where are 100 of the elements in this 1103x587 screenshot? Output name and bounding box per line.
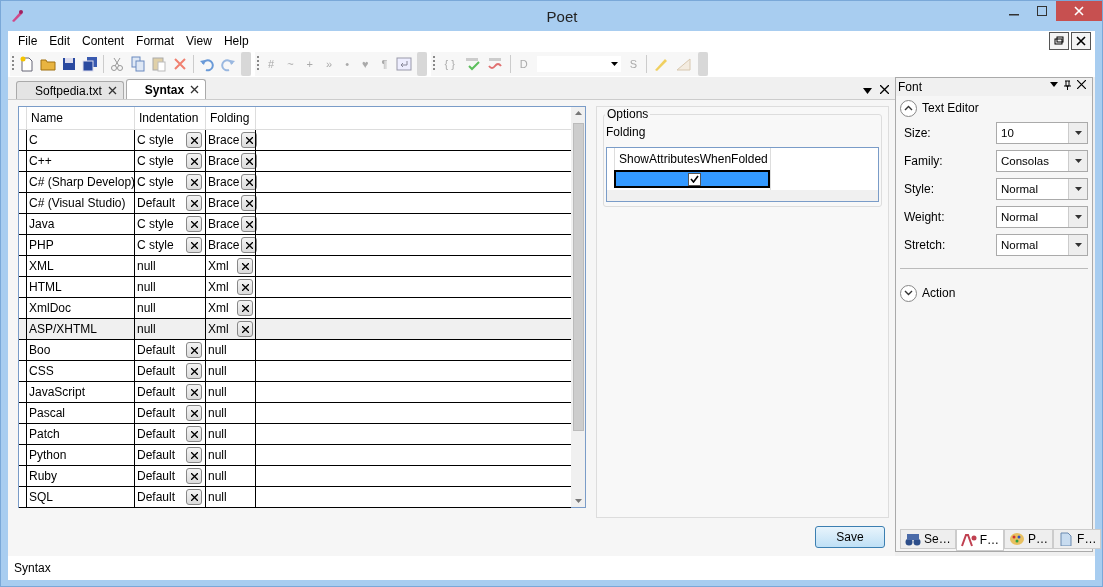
clear-button[interactable]	[186, 468, 202, 484]
table-row[interactable]: SQL Default null	[19, 487, 571, 508]
dropdown-field[interactable]: Normal	[996, 206, 1088, 228]
menu-item[interactable]: Format	[130, 34, 181, 48]
table-row[interactable]: JavaScript Default null	[19, 382, 571, 403]
clear-button[interactable]	[186, 405, 202, 421]
folder-icon[interactable]	[40, 56, 56, 72]
menu-item[interactable]: View	[180, 34, 218, 48]
close-icon	[245, 241, 253, 249]
table-row[interactable]: C# (Visual Studio) Default Brace	[19, 193, 571, 214]
table-cell: null	[137, 322, 156, 336]
close-icon	[190, 136, 198, 144]
chevron-icon	[904, 105, 913, 111]
clear-button[interactable]	[186, 237, 202, 253]
clear-button[interactable]	[186, 174, 202, 190]
menu-item[interactable]: File	[12, 34, 44, 48]
table-row[interactable]: C++ C style Brace	[19, 151, 571, 172]
table-cell: Java	[29, 217, 55, 231]
clear-button[interactable]	[186, 447, 202, 463]
chevron-icon	[904, 290, 913, 296]
dropdown-field[interactable]: 10	[996, 122, 1088, 144]
property-label: Size:	[904, 126, 931, 140]
table-row[interactable]: Patch Default null	[19, 424, 571, 445]
clear-button[interactable]	[186, 363, 202, 379]
undo-icon[interactable]	[199, 56, 215, 72]
close-icon[interactable]	[107, 86, 117, 95]
table-row[interactable]: Boo Default null	[19, 340, 571, 361]
spellcheck-icon[interactable]	[463, 56, 482, 72]
table-cell: Default	[137, 406, 176, 420]
caret-icon	[1074, 159, 1082, 163]
table-cell: Default	[137, 427, 176, 441]
table-cell: null	[137, 259, 156, 273]
close-icon	[245, 220, 253, 228]
document-tab[interactable]: Syntax	[125, 79, 207, 99]
scroll-thumb[interactable]	[572, 123, 584, 431]
table-cell: C# (Visual Studio)	[29, 196, 126, 210]
column-header[interactable]: Folding	[205, 107, 255, 129]
table-cell[interactable]	[614, 170, 770, 188]
clear-button[interactable]	[186, 384, 202, 400]
spellcheck-clear-icon[interactable]	[486, 56, 505, 72]
clear-button[interactable]	[186, 342, 202, 358]
table-cell: Default	[137, 196, 176, 210]
clear-button[interactable]	[237, 258, 253, 274]
panel-tab[interactable]: F…	[955, 529, 1005, 551]
dropdown-icon[interactable]	[863, 88, 872, 94]
panel-tab[interactable]: F…	[1053, 529, 1102, 549]
pin-icon[interactable]	[1064, 79, 1071, 90]
dropdown-icon[interactable]	[1050, 82, 1058, 87]
table-row[interactable]: Ruby Default null	[19, 466, 571, 487]
clear-button[interactable]	[186, 132, 202, 148]
expander-button[interactable]	[900, 284, 917, 302]
close-icon[interactable]	[190, 85, 200, 94]
column-header[interactable]: Indentation	[134, 107, 205, 129]
scroll-up-icon[interactable]	[574, 111, 582, 115]
table-cell: C style	[137, 217, 174, 231]
close-icon[interactable]	[1077, 80, 1086, 89]
dropdown-field[interactable]: Normal	[996, 234, 1088, 256]
save-button[interactable]: Save	[815, 526, 885, 548]
table-row[interactable]: CSS Default null	[19, 361, 571, 382]
clear-button[interactable]	[186, 195, 202, 211]
document-tab[interactable]: Softpedia.txt	[16, 81, 124, 99]
section-title: Text Editor	[922, 101, 979, 115]
table-row[interactable]: C C style Brace	[19, 130, 571, 151]
table-row[interactable]: C# (Sharp Develop) C style Brace	[19, 172, 571, 193]
table-row[interactable]: XML null Xml	[19, 256, 571, 277]
restore-button[interactable]	[1049, 32, 1069, 50]
section-label: Folding	[605, 124, 647, 141]
checkbox[interactable]	[687, 172, 701, 186]
dropdown-field[interactable]: Normal	[996, 178, 1088, 200]
panel-tab[interactable]: Se…	[900, 529, 956, 549]
table-row[interactable]: ASP/XHTML null Xml	[19, 319, 571, 340]
clear-button[interactable]	[186, 153, 202, 169]
menu-item[interactable]: Help	[217, 34, 255, 48]
close-icon[interactable]	[880, 85, 889, 94]
close-button[interactable]	[1071, 32, 1091, 50]
clear-button[interactable]	[237, 279, 253, 295]
table-cell: null	[208, 469, 227, 483]
clear-button[interactable]	[186, 216, 202, 232]
save-all-icon[interactable]	[82, 56, 98, 72]
clear-button[interactable]	[237, 300, 253, 316]
dropdown-field[interactable]: Consolas	[996, 150, 1088, 172]
menu-item[interactable]: Edit	[43, 34, 77, 48]
column-header[interactable]: Name	[26, 107, 134, 129]
panel-tab[interactable]: P…	[1004, 529, 1054, 549]
table-row[interactable]: PHP C style Brace	[19, 235, 571, 256]
expander-button[interactable]	[900, 99, 917, 117]
table-row[interactable]: Pascal Default null	[19, 403, 571, 424]
clear-button[interactable]	[237, 321, 253, 337]
table-cell: C style	[137, 238, 174, 252]
scrollbar[interactable]	[571, 107, 585, 507]
table-row[interactable]: HTML null Xml	[19, 277, 571, 298]
save-icon[interactable]	[61, 56, 77, 72]
table-row[interactable]: Java C style Brace	[19, 214, 571, 235]
clear-button[interactable]	[186, 426, 202, 442]
menu-item[interactable]: Content	[76, 34, 131, 48]
table-cell: null	[208, 427, 227, 441]
clear-button[interactable]	[186, 489, 202, 505]
table-cell: null	[208, 385, 227, 399]
scroll-down-icon[interactable]	[574, 499, 582, 503]
table-row[interactable]: Python Default null	[19, 445, 571, 466]
